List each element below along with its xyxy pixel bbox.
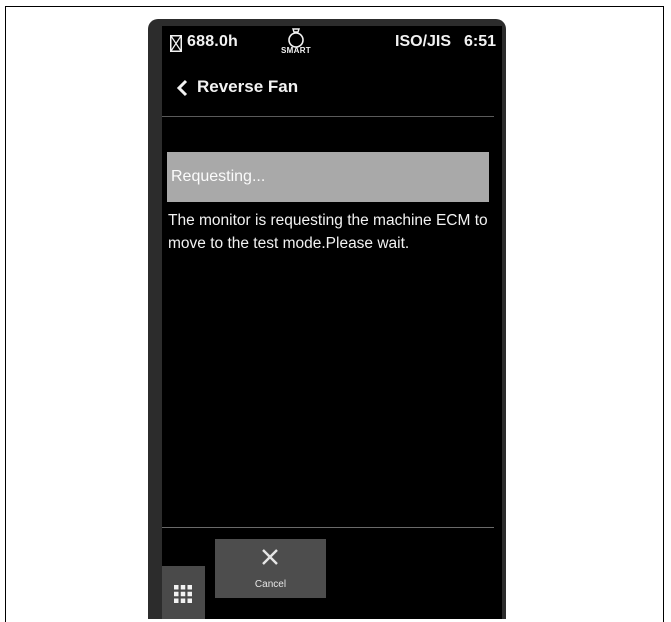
- grid-menu-icon: [174, 585, 192, 603]
- smart-label: SMART: [281, 46, 311, 55]
- smart-mode-icon: [288, 28, 304, 48]
- monitor-screen: 688.0h SMART ISO/JIS 6:51 Reverse Fan Re…: [162, 26, 502, 619]
- page-title: Reverse Fan: [197, 77, 299, 96]
- header-divider: [162, 116, 494, 117]
- status-message: The monitor is requesting the machine EC…: [168, 212, 488, 252]
- apps-menu-button[interactable]: [162, 566, 205, 619]
- footer-divider: [162, 527, 494, 528]
- status-banner: Requesting...: [167, 152, 489, 202]
- clock: 6:51: [464, 33, 497, 50]
- status-bar: 688.0h SMART ISO/JIS 6:51: [162, 26, 502, 64]
- hourglass-icon: [170, 35, 182, 52]
- service-hours: 688.0h: [187, 33, 239, 50]
- cancel-button[interactable]: Cancel: [215, 539, 326, 598]
- standard-indicator: ISO/JIS: [395, 33, 452, 50]
- close-icon: [262, 549, 278, 565]
- smart-mode-indicator: SMART: [274, 28, 318, 55]
- chevron-left-icon[interactable]: [176, 79, 188, 97]
- cancel-label: Cancel: [254, 579, 287, 590]
- header: Reverse Fan: [162, 64, 502, 112]
